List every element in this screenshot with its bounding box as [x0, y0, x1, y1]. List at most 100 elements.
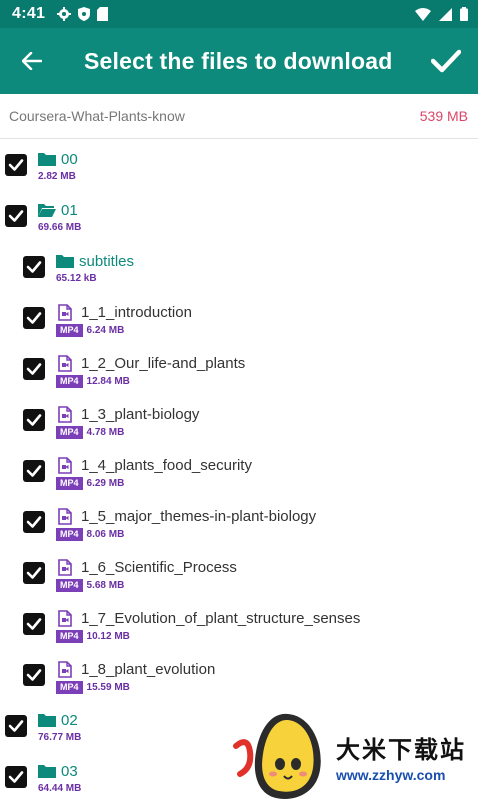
size-line: 2.82 MB [38, 171, 78, 182]
size-line: MP4 15.59 MB [56, 681, 215, 694]
arrow-left-icon [22, 52, 42, 70]
file-size: 76.77 MB [38, 732, 82, 743]
checkbox[interactable] [5, 154, 27, 176]
video-file-icon [58, 303, 72, 321]
name-line: 1_3_plant-biology [56, 404, 199, 424]
checkmark-icon [26, 465, 42, 477]
file-row[interactable]: 1_5_major_themes-in-plant-biology MP4 8.06… [0, 496, 478, 547]
checkmark-icon [8, 210, 24, 222]
name-line: 1_4_plants_food_security [56, 455, 252, 475]
checkmark-icon [26, 312, 42, 324]
checkmark-icon [8, 771, 24, 783]
checkbox[interactable] [5, 205, 27, 227]
file-type-badge: MP4 [56, 477, 83, 490]
file-row[interactable]: 1_6_Scientific_Process MP4 5.68 MB [0, 547, 478, 598]
folder-open-icon [38, 204, 56, 217]
size-line: MP4 10.12 MB [56, 630, 360, 643]
item-content: 1_4_plants_food_security MP4 6.29 MB [56, 455, 252, 490]
checkbox[interactable] [23, 460, 45, 482]
checkmark-icon [26, 618, 42, 630]
folder-icon [38, 714, 56, 727]
item-content: 1_6_Scientific_Process MP4 5.68 MB [56, 557, 237, 592]
gear-icon [57, 7, 72, 21]
item-content: 1_2_Our_life-and_plants MP4 12.84 MB [56, 353, 245, 388]
checkbox[interactable] [23, 307, 45, 329]
torrent-header: Coursera-What-Plants-know 539 MB [0, 94, 478, 139]
size-line: 69.66 MB [38, 222, 81, 233]
item-content: 03 64.44 MB [38, 761, 81, 794]
name-line: 1_1_introduction [56, 302, 192, 322]
name-line: 03 [38, 761, 81, 781]
file-size: 2.82 MB [38, 171, 76, 182]
checkmark-icon [26, 516, 42, 528]
item-content: 1_1_introduction MP4 6.24 MB [56, 302, 192, 337]
checkmark-icon [26, 414, 42, 426]
file-row[interactable]: 1_2_Our_life-and_plants MP4 12.84 MB [0, 343, 478, 394]
checkbox[interactable] [23, 562, 45, 584]
file-size: 5.68 MB [86, 580, 125, 591]
checkbox[interactable] [23, 358, 45, 380]
confirm-button[interactable] [414, 28, 478, 94]
file-name: 1_1_introduction [81, 303, 192, 321]
checkbox[interactable] [23, 409, 45, 431]
folder-row[interactable]: 01 69.66 MB [0, 190, 478, 241]
status-time: 4:41 [12, 5, 46, 22]
folder-row[interactable]: subtitles 65.12 kB [0, 241, 478, 292]
signal-icon [439, 7, 452, 21]
file-row[interactable]: 1_8_plant_evolution MP4 15.59 MB [0, 649, 478, 700]
back-button[interactable] [0, 28, 64, 94]
name-line: 1_7_Evolution_of_plant_structure_senses [56, 608, 360, 628]
file-row[interactable]: 1_3_plant-biology MP4 4.78 MB [0, 394, 478, 445]
folder-name: 03 [61, 762, 78, 780]
file-row[interactable]: 1_7_Evolution_of_plant_structure_senses M… [0, 598, 478, 649]
file-row[interactable]: 1_4_plants_food_security MP4 6.29 MB [0, 445, 478, 496]
total-size: 539 MB [419, 108, 468, 124]
app-bar: Select the files to download [0, 28, 478, 94]
file-type-badge: MP4 [56, 579, 83, 592]
folder-icon [56, 255, 74, 268]
watermark-title: 大米下载站 [336, 736, 466, 764]
file-name: 1_3_plant-biology [81, 405, 200, 423]
size-line: 64.44 MB [38, 783, 81, 794]
name-line: 01 [38, 200, 81, 220]
wifi-icon [415, 7, 431, 21]
file-type-badge: MP4 [56, 426, 83, 439]
shield-icon [78, 7, 91, 21]
watermark-url: www.zzhyw.com [336, 766, 446, 783]
size-line: MP4 6.24 MB [56, 324, 192, 337]
video-file-icon [58, 354, 72, 372]
file-size: 8.06 MB [86, 529, 125, 540]
name-line: 00 [38, 149, 78, 169]
checkbox[interactable] [5, 715, 27, 737]
checkbox[interactable] [23, 664, 45, 686]
item-content: 02 76.77 MB [38, 710, 81, 743]
file-type-badge: MP4 [56, 528, 83, 541]
file-name: 1_2_Our_life-and_plants [81, 354, 246, 372]
size-line: MP4 8.06 MB [56, 528, 316, 541]
folder-name: 01 [61, 201, 78, 219]
checkbox[interactable] [23, 256, 45, 278]
sdcard-icon [97, 7, 109, 21]
file-name: 1_8_plant_evolution [81, 660, 216, 678]
folder-name: 00 [61, 150, 78, 168]
size-line: MP4 6.29 MB [56, 477, 252, 490]
size-line: MP4 4.78 MB [56, 426, 199, 439]
folder-row[interactable]: 00 2.82 MB [0, 139, 478, 190]
watermark-logo: 大米下载站 www.zzhyw.com [232, 712, 478, 800]
page-title: Select the files to download [84, 47, 393, 74]
video-file-icon [58, 660, 72, 678]
file-name: 1_6_Scientific_Process [81, 558, 237, 576]
file-size: 12.84 MB [86, 376, 130, 387]
file-row[interactable]: 1_1_introduction MP4 6.24 MB [0, 292, 478, 343]
checkmark-icon [26, 261, 42, 273]
checkbox[interactable] [5, 766, 27, 788]
item-content: 1_5_major_themes-in-plant-biology MP4 8.06… [56, 506, 316, 541]
folder-name: 02 [61, 711, 78, 729]
checkbox[interactable] [23, 511, 45, 533]
name-line: subtitles [56, 251, 134, 271]
checkbox[interactable] [23, 613, 45, 635]
video-file-icon [58, 456, 72, 474]
item-content: 1_8_plant_evolution MP4 15.59 MB [56, 659, 215, 694]
check-icon [431, 49, 461, 73]
size-line: 65.12 kB [56, 273, 134, 284]
